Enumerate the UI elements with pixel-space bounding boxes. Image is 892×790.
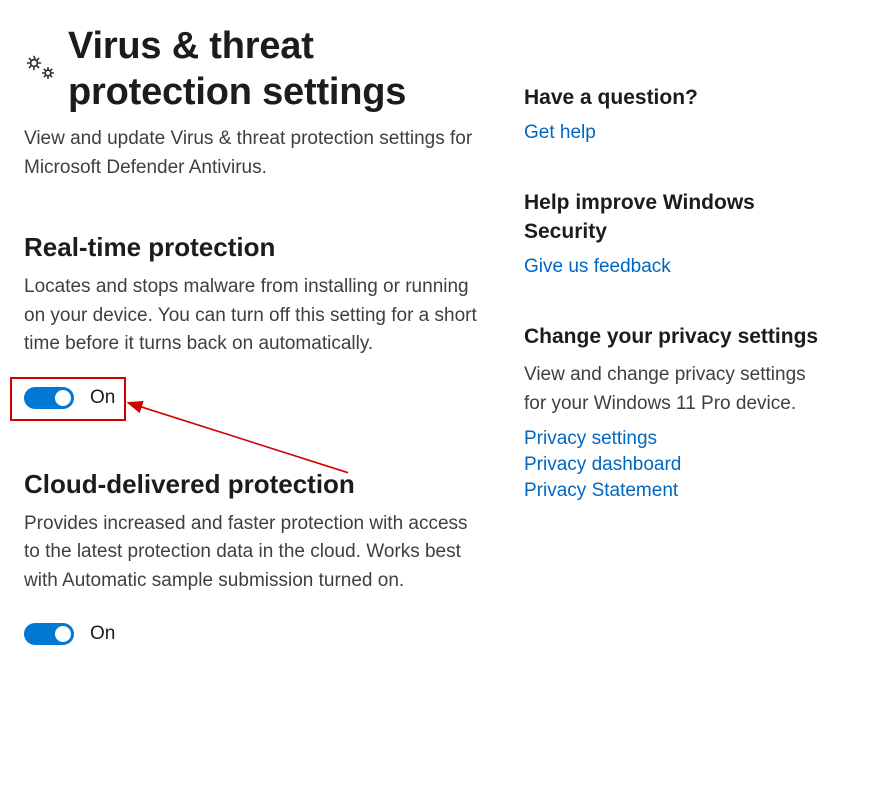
improve-title: Help improve Windows Security xyxy=(524,189,824,246)
settings-gears-icon xyxy=(24,24,58,82)
section-cloud-protection: Cloud-delivered protection Provides incr… xyxy=(24,469,484,646)
privacy-dashboard-link[interactable]: Privacy dashboard xyxy=(524,454,824,476)
side-question: Have a question? Get help xyxy=(524,84,824,144)
page-title: Virus & threat protection settings xyxy=(68,24,484,115)
realtime-title: Real-time protection xyxy=(24,232,484,263)
privacy-text: View and change privacy settings for you… xyxy=(524,361,824,418)
realtime-toggle[interactable] xyxy=(24,387,74,409)
cloud-toggle-state: On xyxy=(90,623,115,645)
get-help-link[interactable]: Get help xyxy=(524,122,824,144)
side-privacy: Change your privacy settings View and ch… xyxy=(524,323,824,502)
realtime-toggle-state: On xyxy=(90,387,115,409)
cloud-title: Cloud-delivered protection xyxy=(24,469,484,500)
section-realtime-protection: Real-time protection Locates and stops m… xyxy=(24,232,484,409)
privacy-title: Change your privacy settings xyxy=(524,323,824,351)
realtime-description: Locates and stops malware from installin… xyxy=(24,273,484,359)
privacy-statement-link[interactable]: Privacy Statement xyxy=(524,480,824,502)
page-subtitle: View and update Virus & threat protectio… xyxy=(24,125,484,182)
side-improve: Help improve Windows Security Give us fe… xyxy=(524,189,824,278)
cloud-description: Provides increased and faster protection… xyxy=(24,510,484,596)
cloud-toggle[interactable] xyxy=(24,623,74,645)
privacy-settings-link[interactable]: Privacy settings xyxy=(524,428,824,450)
give-feedback-link[interactable]: Give us feedback xyxy=(524,256,824,278)
question-title: Have a question? xyxy=(524,84,824,112)
